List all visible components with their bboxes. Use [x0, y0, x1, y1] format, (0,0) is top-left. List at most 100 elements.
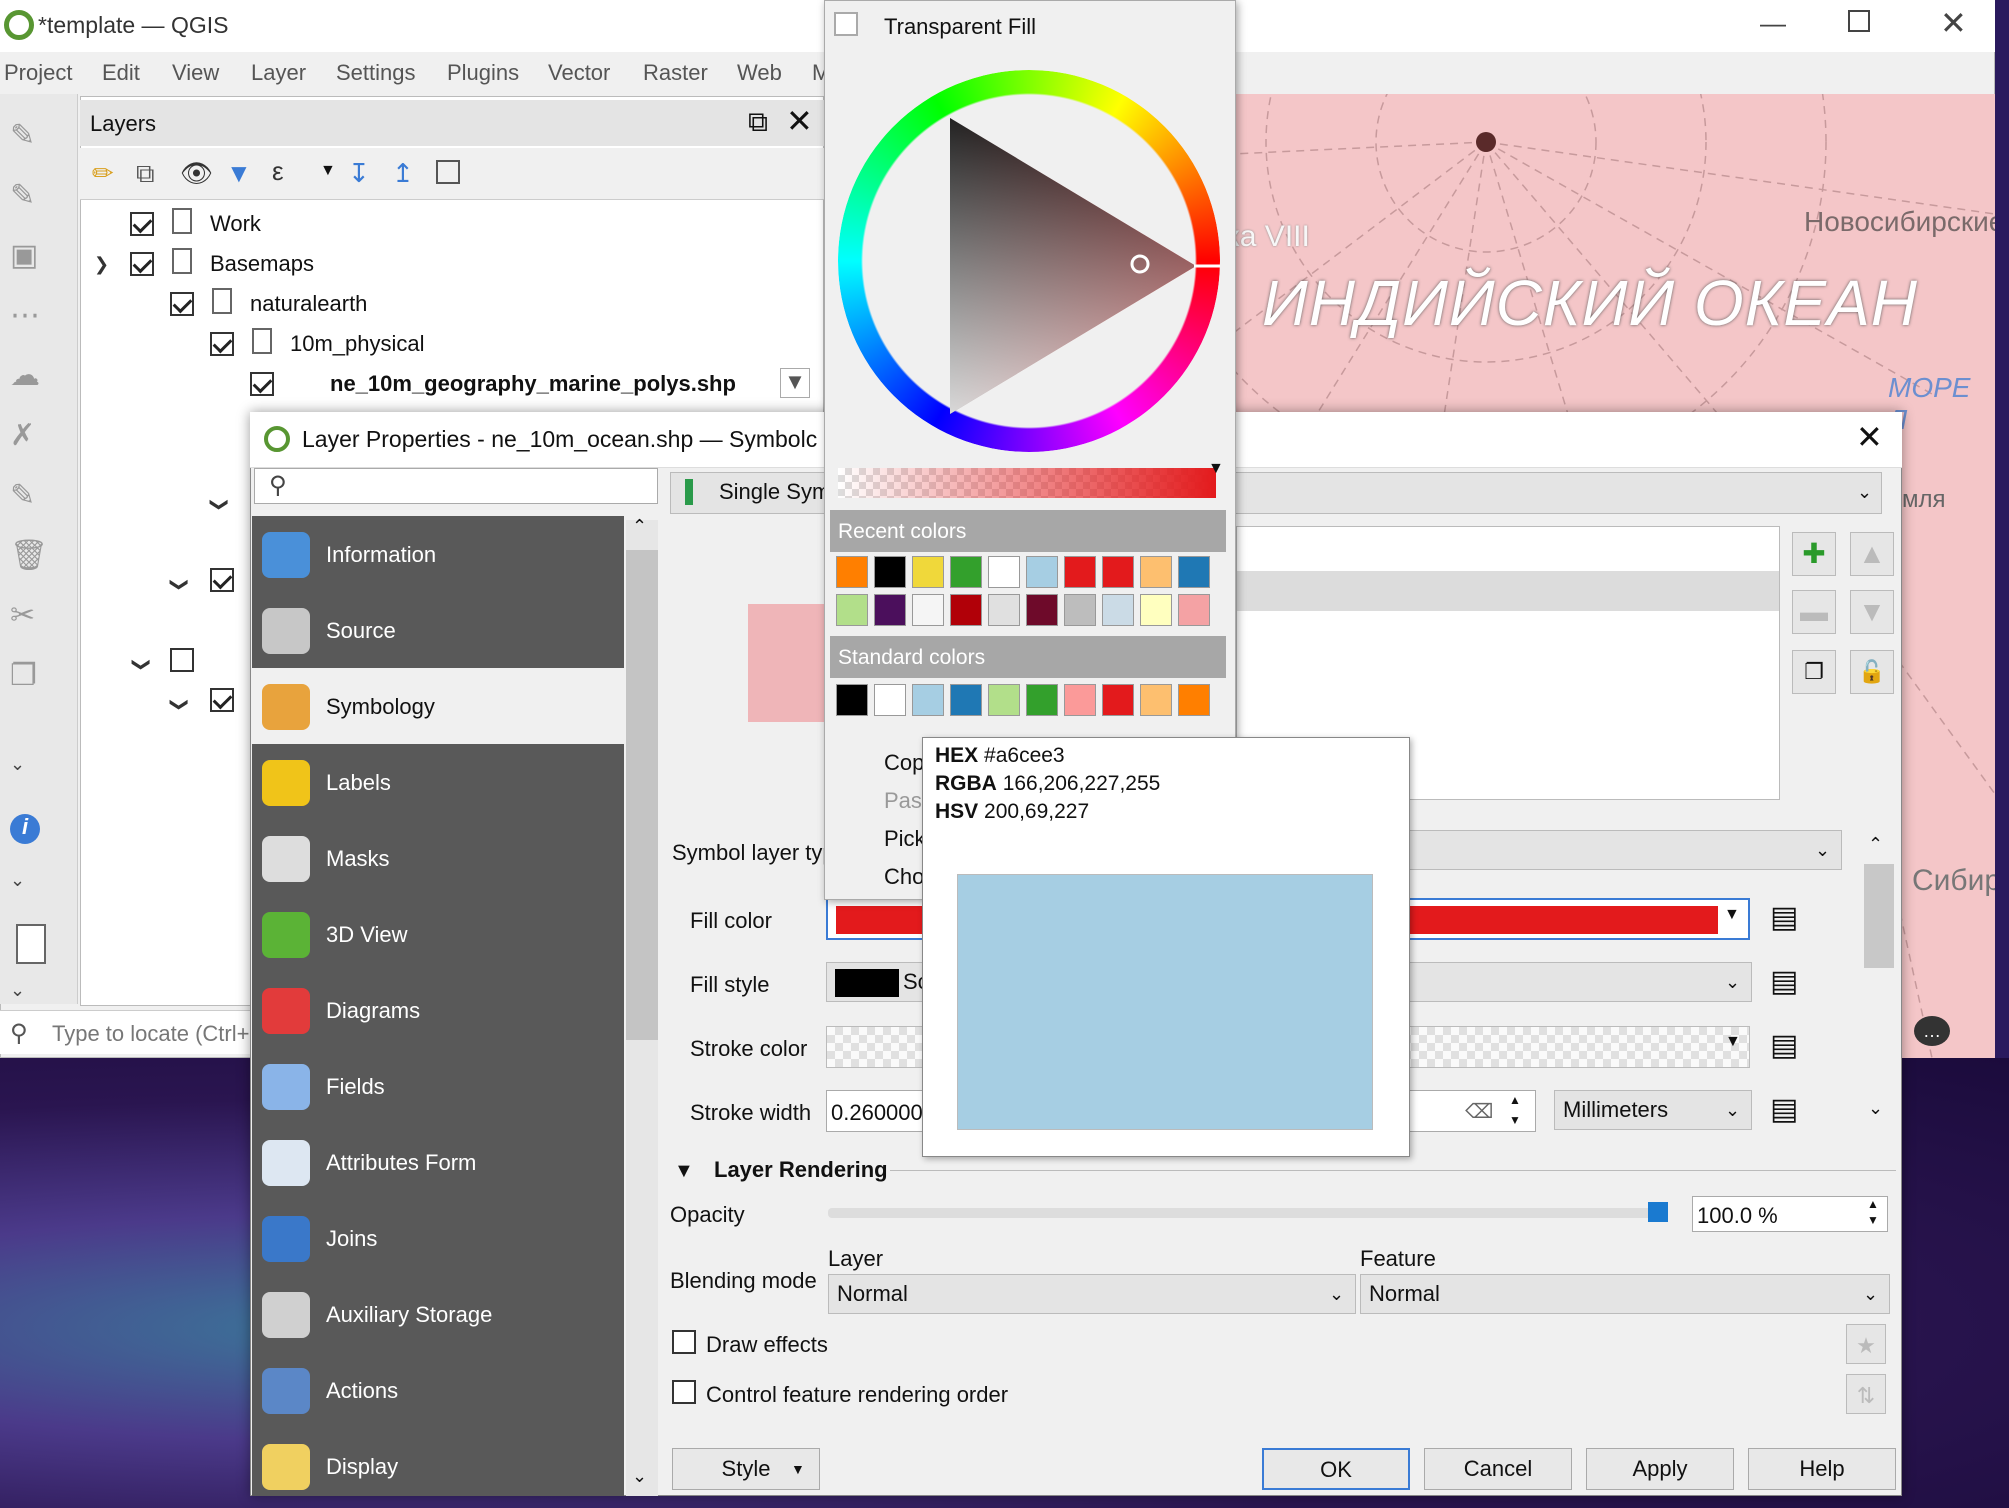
standard-color-swatch[interactable]	[1102, 684, 1134, 716]
alpha-handle-icon[interactable]: ▼	[1208, 460, 1224, 478]
checkbox-naturalearth[interactable]	[170, 292, 194, 316]
clear-icon[interactable]: ⌫	[1465, 1099, 1493, 1124]
alpha-slider[interactable]	[838, 468, 1216, 498]
add-group-icon[interactable]: ⧉	[136, 158, 155, 190]
sidebar-item-attributes-form[interactable]: Attributes Form	[252, 1124, 624, 1200]
layer-tree-item-work[interactable]: Work	[210, 211, 261, 237]
chevron-down-icon[interactable]: ❯	[94, 254, 109, 275]
layer-tree-item-basemaps[interactable]: Basemaps	[210, 251, 314, 277]
scroll-up-icon[interactable]: ⌃	[632, 516, 647, 537]
add-symbol-layer-button[interactable]: ✚	[1792, 532, 1836, 576]
sidebar-item-fields[interactable]: Fields	[252, 1048, 624, 1124]
spin-up-icon[interactable]: ▲	[1509, 1093, 1521, 1107]
effects-settings-icon[interactable]: ★	[1846, 1324, 1886, 1364]
sidebar-item-display[interactable]: Display	[252, 1428, 624, 1504]
chevron-down-icon[interactable]: ❯	[169, 697, 190, 712]
recent-color-swatch[interactable]	[950, 556, 982, 588]
data-defined-override-icon[interactable]: ▤	[1770, 1028, 1798, 1063]
layer-blend-combo[interactable]: Normal ⌄	[828, 1274, 1356, 1314]
collapse-triangle-icon[interactable]: ▼	[674, 1160, 694, 1183]
filter-expression-icon[interactable]: ε	[272, 156, 284, 187]
standard-color-swatch[interactable]	[950, 684, 982, 716]
panel-close-icon[interactable]: ✕	[786, 102, 813, 140]
sidebar-item-3d-view[interactable]: 3D View	[252, 896, 624, 972]
edit-icon[interactable]: ✎	[10, 178, 58, 218]
recent-color-swatch[interactable]	[1026, 556, 1058, 588]
sidebar-search-input[interactable]: ⚲	[254, 468, 658, 504]
cancel-button[interactable]: Cancel	[1424, 1448, 1572, 1490]
saturation-value-triangle[interactable]	[838, 70, 1220, 452]
standard-color-swatch[interactable]	[1064, 684, 1096, 716]
copy-icon[interactable]: ❐	[10, 658, 58, 698]
transparent-fill-checkbox[interactable]	[834, 12, 858, 36]
pencil-icon[interactable]: ✎	[10, 118, 58, 158]
data-defined-override-icon[interactable]: ▤	[1770, 1092, 1798, 1127]
messages-icon[interactable]: …	[1914, 1016, 1950, 1046]
checkbox-marine-polys[interactable]	[250, 372, 274, 396]
sidebar-item-masks[interactable]: Masks	[252, 820, 624, 896]
symbol-layer-type-combo[interactable]: ⌄	[1400, 830, 1842, 870]
vertex-tool-icon[interactable]: ✗	[10, 418, 58, 458]
sidebar-scrollbar[interactable]: ⌃ ⌄	[626, 516, 658, 1496]
undock-icon[interactable]: ⧉	[748, 106, 768, 139]
recent-color-swatch[interactable]	[1178, 556, 1210, 588]
checkbox-layer[interactable]	[170, 648, 194, 672]
checkbox-layer[interactable]	[210, 688, 234, 712]
menu-edit[interactable]: Edit	[102, 60, 140, 86]
recent-color-swatch[interactable]	[912, 594, 944, 626]
standard-color-swatch[interactable]	[874, 684, 906, 716]
expand-toolbar-icon-2[interactable]: ⌄	[10, 870, 58, 910]
data-defined-override-icon[interactable]: ▤	[1770, 964, 1798, 999]
sort-icon[interactable]: ⇅	[1846, 1374, 1886, 1414]
sidebar-item-diagrams[interactable]: Diagrams	[252, 972, 624, 1048]
recent-color-swatch[interactable]	[836, 556, 868, 588]
expand-toolbar-icon[interactable]: ⌄	[10, 754, 58, 794]
style-button[interactable]: Style ▼	[672, 1448, 820, 1490]
visibility-eye-icon[interactable]: 👁	[180, 158, 213, 189]
identify-icon[interactable]: i	[10, 814, 40, 844]
standard-color-swatch[interactable]	[912, 684, 944, 716]
modify-icon[interactable]: ✎	[10, 478, 58, 518]
digitize-icon[interactable]: ⋯	[10, 298, 58, 338]
sidebar-item-auxiliary-storage[interactable]: Auxiliary Storage	[252, 1276, 624, 1352]
menu-raster[interactable]: Raster	[643, 60, 708, 86]
new-document-icon[interactable]	[16, 924, 46, 964]
chevron-down-icon[interactable]: ❯	[169, 577, 190, 592]
recent-color-swatch[interactable]	[874, 594, 906, 626]
scroll-up-icon[interactable]: ⌃	[1868, 834, 1883, 855]
opacity-slider-handle[interactable]	[1648, 1202, 1668, 1222]
remove-symbol-layer-button[interactable]: ▬	[1792, 590, 1836, 634]
duplicate-layer-button[interactable]: ❐	[1792, 650, 1836, 694]
menu-plugins[interactable]: Plugins	[447, 60, 519, 86]
recent-color-swatch[interactable]	[1064, 556, 1096, 588]
checkbox-layer[interactable]	[210, 568, 234, 592]
recent-color-swatch[interactable]	[874, 556, 906, 588]
spin-up-icon[interactable]: ▲	[1867, 1197, 1879, 1211]
opacity-spinbox[interactable]: 100.0 % ▲ ▼	[1692, 1196, 1888, 1232]
maximize-icon[interactable]	[1848, 10, 1870, 32]
delete-icon[interactable]: 🗑	[10, 538, 58, 578]
standard-color-swatch[interactable]	[1140, 684, 1172, 716]
expand-all-icon[interactable]: ↧	[348, 158, 370, 189]
sidebar-item-symbology[interactable]: Symbology	[252, 668, 624, 744]
data-defined-override-icon[interactable]: ▤	[1770, 900, 1798, 935]
draw-effects-checkbox[interactable]	[672, 1330, 696, 1354]
scroll-down-icon[interactable]: ⌄	[632, 1466, 647, 1487]
symbol-layer-row[interactable]	[1237, 571, 1779, 611]
menu-vector[interactable]: Vector	[548, 60, 610, 86]
layer-tree-item-10m-physical[interactable]: 10m_physical	[290, 331, 425, 357]
control-order-checkbox[interactable]	[672, 1380, 696, 1404]
standard-color-swatch[interactable]	[836, 684, 868, 716]
remove-layer-icon[interactable]	[436, 160, 460, 184]
copy-color-menu-item[interactable]: Cop	[884, 750, 924, 776]
recent-color-swatch[interactable]	[1140, 594, 1172, 626]
unit-combo[interactable]: Millimeters ⌄	[1554, 1090, 1752, 1130]
menu-layer[interactable]: Layer	[251, 60, 306, 86]
cut-icon[interactable]: ✂	[10, 598, 58, 638]
menu-project[interactable]: Project	[4, 60, 72, 86]
pick-color-menu-item[interactable]: Pick	[884, 826, 926, 852]
sidebar-item-information[interactable]: Information	[252, 516, 624, 592]
apply-button[interactable]: Apply	[1586, 1448, 1734, 1490]
spin-down-icon[interactable]: ▼	[1867, 1213, 1879, 1227]
checkbox-basemaps[interactable]	[130, 252, 154, 276]
